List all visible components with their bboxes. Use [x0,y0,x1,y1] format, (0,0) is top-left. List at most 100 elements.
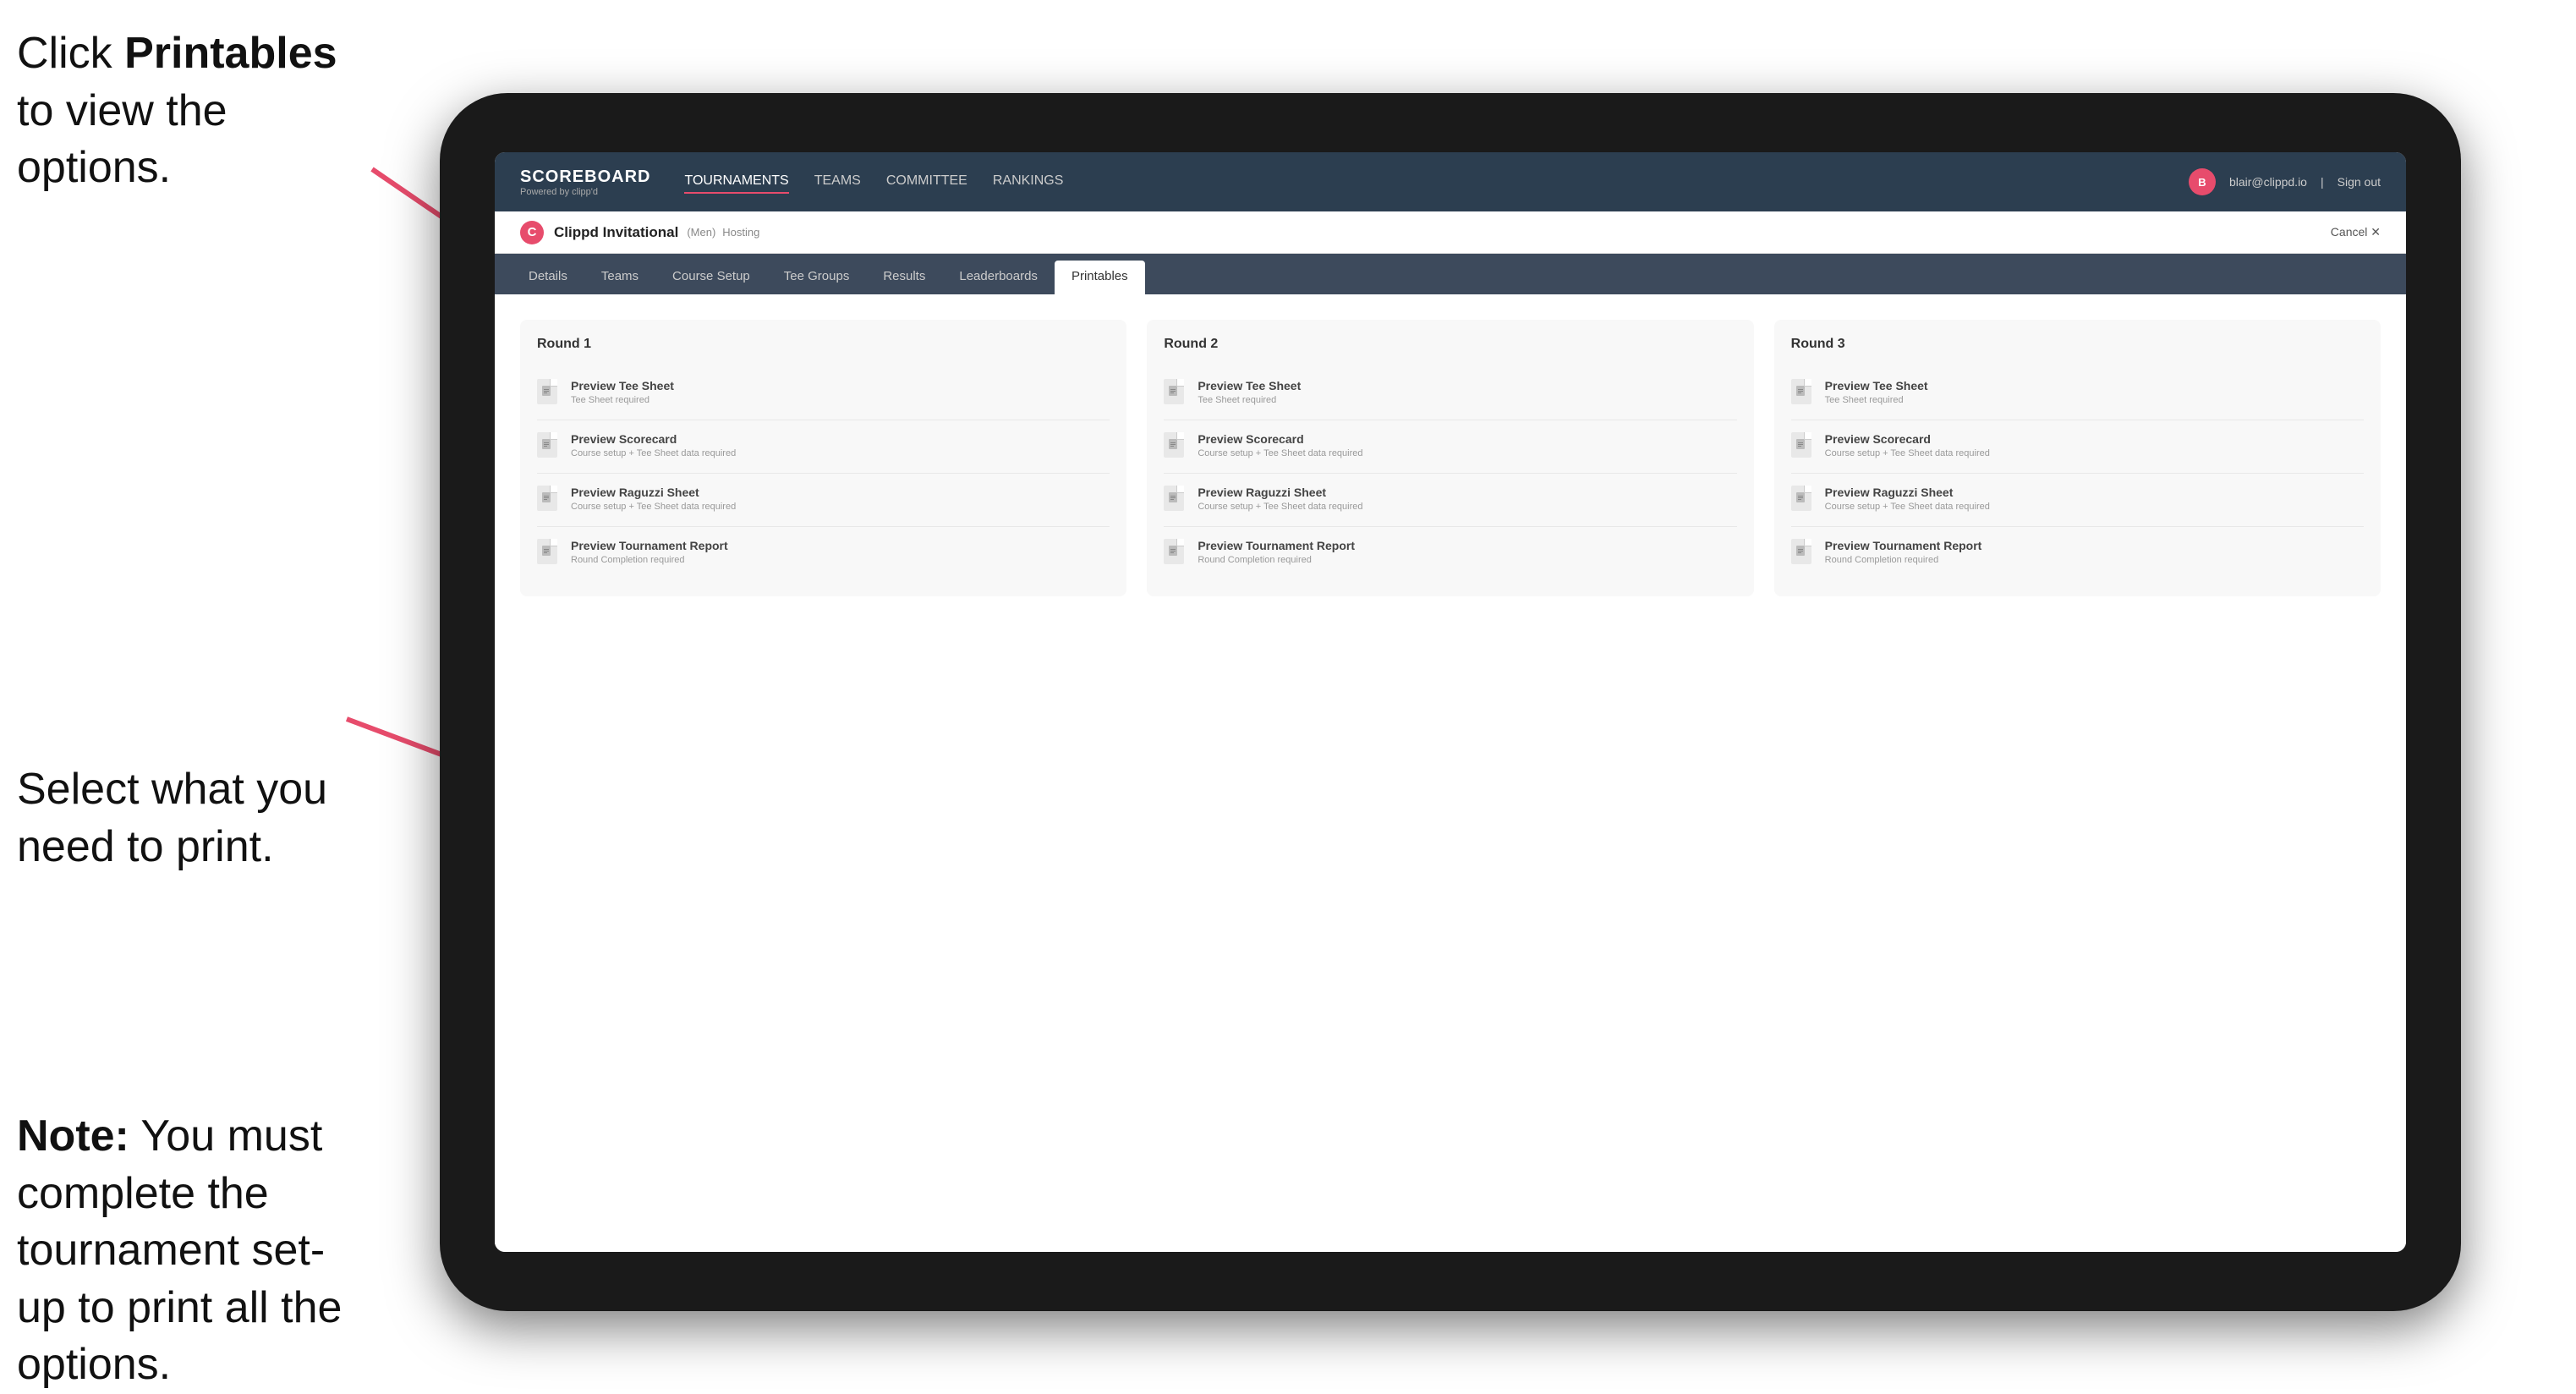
round-2-column: Round 2 Preview Tee Sheet Tee Sheet requ… [1147,320,1753,596]
tab-details[interactable]: Details [512,261,584,294]
round-2-title: Round 2 [1164,337,1736,352]
round1-tee-sheet[interactable]: Preview Tee Sheet Tee Sheet required [537,367,1110,420]
doc-svg-3 [542,492,552,504]
round2-tournament-report[interactable]: Preview Tournament Report Round Completi… [1164,527,1736,579]
tab-leaderboards[interactable]: Leaderboards [942,261,1055,294]
instruction-middle: Select what you need to print. [17,761,372,875]
nav-link-rankings[interactable]: RANKINGS [993,170,1064,194]
round2-scorecard-icon [1164,432,1187,461]
instruction-top-text: Click Printables to view the options. [17,29,337,192]
instruction-bottom: Note: You must complete the tournament s… [17,1108,372,1394]
round3-tee-sheet-text: Preview Tee Sheet Tee Sheet required [1825,379,2364,405]
round2-tee-sheet-label: Preview Tee Sheet [1198,379,1736,392]
round2-report-label: Preview Tournament Report [1198,539,1736,552]
round3-raguzzi-desc: Course setup + Tee Sheet data required [1825,502,2364,512]
round1-raguzzi-icon [537,486,561,514]
round3-tee-sheet-icon [1791,379,1815,408]
round3-report-text: Preview Tournament Report Round Completi… [1825,539,2364,565]
nav-link-committee[interactable]: COMMITTEE [886,170,967,194]
round3-tournament-report[interactable]: Preview Tournament Report Round Completi… [1791,527,2364,579]
separator: | [2321,175,2324,189]
round1-scorecard-text: Preview Scorecard Course setup + Tee She… [571,432,1110,458]
top-nav-links: TOURNAMENTS TEAMS COMMITTEE RANKINGS [684,170,2188,194]
round3-raguzzi[interactable]: Preview Raguzzi Sheet Course setup + Tee… [1791,474,2364,527]
tournament-meta: (Men) [687,226,715,239]
round3-tee-sheet-label: Preview Tee Sheet [1825,379,2364,392]
tab-course-setup[interactable]: Course Setup [655,261,767,294]
round3-scorecard[interactable]: Preview Scorecard Course setup + Tee She… [1791,420,2364,474]
nav-link-teams[interactable]: TEAMS [814,170,861,194]
round3-raguzzi-icon [1791,486,1815,514]
doc-svg-4 [542,546,552,557]
scoreboard-title: SCOREBOARD [520,167,650,187]
tablet-frame: SCOREBOARD Powered by clipp'd TOURNAMENT… [440,93,2461,1311]
tournament-name: Clippd Invitational [554,224,678,241]
user-email: blair@clippd.io [2229,175,2307,189]
instruction-middle-text: Select what you need to print. [17,765,327,871]
cancel-button[interactable]: Cancel ✕ [2331,225,2381,239]
top-nav: SCOREBOARD Powered by clipp'd TOURNAMENT… [495,152,2406,211]
round3-scorecard-desc: Course setup + Tee Sheet data required [1825,448,2364,458]
round1-report-text: Preview Tournament Report Round Completi… [571,539,1110,565]
round-3-title: Round 3 [1791,337,2364,352]
round3-scorecard-text: Preview Scorecard Course setup + Tee She… [1825,432,2364,458]
rounds-container: Round 1 Preview Tee Sheet Tee Sheet requ… [520,320,2381,596]
round1-tee-sheet-icon [537,379,561,408]
round3-scorecard-label: Preview Scorecard [1825,432,2364,446]
round2-tee-sheet-text: Preview Tee Sheet Tee Sheet required [1198,379,1736,405]
tab-printables[interactable]: Printables [1055,261,1145,294]
round3-report-label: Preview Tournament Report [1825,539,2364,552]
tab-tee-groups[interactable]: Tee Groups [767,261,867,294]
round2-scorecard-label: Preview Scorecard [1198,432,1736,446]
tab-results[interactable]: Results [866,261,942,294]
round1-scorecard[interactable]: Preview Scorecard Course setup + Tee She… [537,420,1110,474]
doc-svg-2 [542,439,552,451]
top-nav-right: B blair@clippd.io | Sign out [2189,168,2381,195]
round2-report-icon [1164,539,1187,568]
round-1-column: Round 1 Preview Tee Sheet Tee Sheet requ… [520,320,1126,596]
round1-scorecard-icon [537,432,561,461]
nav-link-tournaments[interactable]: TOURNAMENTS [684,170,788,194]
round1-scorecard-desc: Course setup + Tee Sheet data required [571,448,1110,458]
round1-raguzzi-text: Preview Raguzzi Sheet Course setup + Tee… [571,486,1110,512]
round2-raguzzi-label: Preview Raguzzi Sheet [1198,486,1736,499]
round2-scorecard[interactable]: Preview Scorecard Course setup + Tee She… [1164,420,1736,474]
round3-report-desc: Round Completion required [1825,555,2364,565]
round2-scorecard-desc: Course setup + Tee Sheet data required [1198,448,1736,458]
round2-raguzzi[interactable]: Preview Raguzzi Sheet Course setup + Tee… [1164,474,1736,527]
round2-tee-sheet[interactable]: Preview Tee Sheet Tee Sheet required [1164,367,1736,420]
tab-bar: Details Teams Course Setup Tee Groups Re… [495,254,2406,294]
round2-raguzzi-desc: Course setup + Tee Sheet data required [1198,502,1736,512]
round2-tee-sheet-desc: Tee Sheet required [1198,395,1736,405]
round1-tee-sheet-desc: Tee Sheet required [571,395,1110,405]
scoreboard-sub: Powered by clipp'd [520,187,650,197]
main-content: Round 1 Preview Tee Sheet Tee Sheet requ… [495,294,2406,1252]
round1-tournament-report[interactable]: Preview Tournament Report Round Completi… [537,527,1110,579]
tab-teams[interactable]: Teams [584,261,655,294]
doc-svg [542,386,552,398]
round1-raguzzi[interactable]: Preview Raguzzi Sheet Course setup + Tee… [537,474,1110,527]
round1-raguzzi-label: Preview Raguzzi Sheet [571,486,1110,499]
round1-report-label: Preview Tournament Report [571,539,1110,552]
hosting-label: Hosting [722,226,759,239]
round3-raguzzi-text: Preview Raguzzi Sheet Course setup + Tee… [1825,486,2364,512]
round1-raguzzi-desc: Course setup + Tee Sheet data required [571,502,1110,512]
sub-header: C Clippd Invitational (Men) Hosting Canc… [495,211,2406,254]
round3-report-icon [1791,539,1815,568]
round1-tee-sheet-label: Preview Tee Sheet [571,379,1110,392]
round3-raguzzi-label: Preview Raguzzi Sheet [1825,486,2364,499]
round3-tee-sheet[interactable]: Preview Tee Sheet Tee Sheet required [1791,367,2364,420]
scoreboard-brand: SCOREBOARD Powered by clipp'd [520,167,650,197]
sign-out-link[interactable]: Sign out [2338,175,2381,189]
round1-tee-sheet-text: Preview Tee Sheet Tee Sheet required [571,379,1110,405]
round2-tee-sheet-icon [1164,379,1187,408]
round3-scorecard-icon [1791,432,1815,461]
instruction-bottom-text: Note: You must complete the tournament s… [17,1111,342,1389]
round1-report-icon [537,539,561,568]
round3-tee-sheet-desc: Tee Sheet required [1825,395,2364,405]
round2-scorecard-text: Preview Scorecard Course setup + Tee She… [1198,432,1736,458]
round2-report-desc: Round Completion required [1198,555,1736,565]
round1-scorecard-label: Preview Scorecard [571,432,1110,446]
round1-report-desc: Round Completion required [571,555,1110,565]
round-3-column: Round 3 Preview Tee Sheet Tee Sheet requ… [1774,320,2381,596]
